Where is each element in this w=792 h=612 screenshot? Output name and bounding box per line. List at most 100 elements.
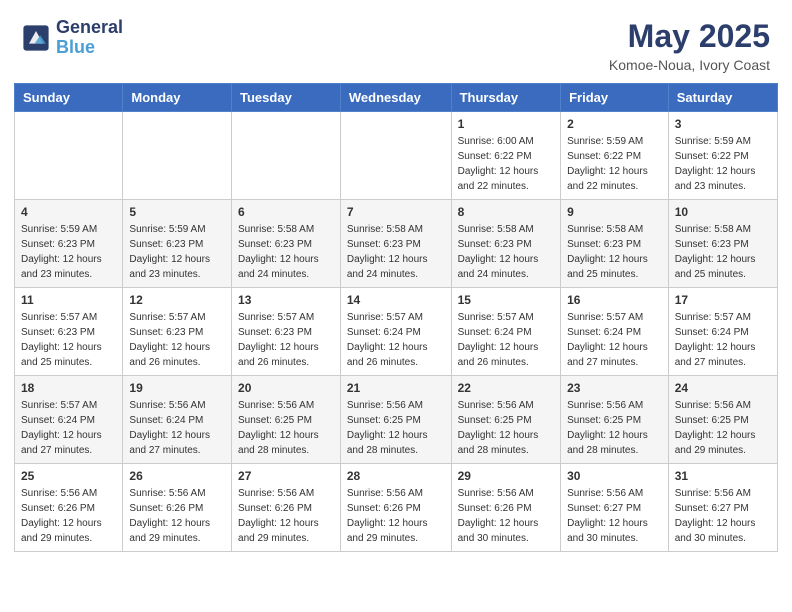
table-row: 8 Sunrise: 5:58 AM Sunset: 6:23 PM Daylig…	[451, 200, 560, 288]
day-info: Sunrise: 5:59 AM Sunset: 6:23 PM Dayligh…	[21, 222, 116, 282]
table-row: 11Sunrise: 5:57 AM Sunset: 6:23 PM Dayli…	[15, 288, 123, 376]
table-row: 28 Sunrise: 5:56 AM Sunset: 6:26 PM Dayli…	[340, 464, 451, 552]
table-row	[15, 112, 123, 200]
day-number: 14	[347, 293, 445, 307]
table-row: 21Sunrise: 5:56 AM Sunset: 6:25 PM Dayli…	[340, 376, 451, 464]
day-info: Sunrise: 5:58 AM Sunset: 6:23 PM Dayligh…	[458, 222, 554, 282]
table-row: 23Sunrise: 5:56 AM Sunset: 6:25 PM Dayli…	[561, 376, 669, 464]
day-number: 26	[129, 469, 225, 483]
table-row: 2 Sunrise: 5:59 AM Sunset: 6:22 PM Daylig…	[561, 112, 669, 200]
day-number: 1	[458, 117, 554, 131]
table-row: 31 Sunrise: 5:56 AM Sunset: 6:27 PM Dayli…	[668, 464, 777, 552]
day-number: 27	[238, 469, 334, 483]
day-info: Sunrise: 5:58 AM Sunset: 6:23 PM Dayligh…	[675, 222, 771, 282]
table-row: 19Sunrise: 5:56 AM Sunset: 6:24 PM Dayli…	[123, 376, 232, 464]
day-info: Sunrise: 5:57 AM Sunset: 6:23 PM Dayligh…	[21, 310, 116, 370]
day-info: Sunrise: 5:56 AM Sunset: 6:25 PM Dayligh…	[347, 398, 445, 458]
table-row: 12 Sunrise: 5:57 AM Sunset: 6:23 PM Dayli…	[123, 288, 232, 376]
table-row: 9 Sunrise: 5:58 AM Sunset: 6:23 PM Daylig…	[561, 200, 669, 288]
table-row	[123, 112, 232, 200]
day-number: 30	[567, 469, 662, 483]
day-info: Sunrise: 5:57 AM Sunset: 6:23 PM Dayligh…	[129, 310, 225, 370]
table-row: 4 Sunrise: 5:59 AM Sunset: 6:23 PM Daylig…	[15, 200, 123, 288]
page-header: General Blue May 2025 Komoe-Noua, Ivory …	[0, 0, 792, 83]
day-number: 7	[347, 205, 445, 219]
day-info: Sunrise: 5:59 AM Sunset: 6:22 PM Dayligh…	[675, 134, 771, 194]
logo: General Blue	[22, 18, 123, 58]
day-info: Sunrise: 5:56 AM Sunset: 6:27 PM Dayligh…	[675, 486, 771, 546]
day-number: 20	[238, 381, 334, 395]
table-row: 10Sunrise: 5:58 AM Sunset: 6:23 PM Dayli…	[668, 200, 777, 288]
day-number: 18	[21, 381, 116, 395]
day-info: Sunrise: 5:59 AM Sunset: 6:22 PM Dayligh…	[567, 134, 662, 194]
day-info: Sunrise: 5:57 AM Sunset: 6:24 PM Dayligh…	[347, 310, 445, 370]
table-row: 3 Sunrise: 5:59 AM Sunset: 6:22 PM Daylig…	[668, 112, 777, 200]
day-info: Sunrise: 5:58 AM Sunset: 6:23 PM Dayligh…	[238, 222, 334, 282]
day-number: 4	[21, 205, 116, 219]
day-info: Sunrise: 5:57 AM Sunset: 6:24 PM Dayligh…	[675, 310, 771, 370]
table-row: 26Sunrise: 5:56 AM Sunset: 6:26 PM Dayli…	[123, 464, 232, 552]
day-number: 28	[347, 469, 445, 483]
day-info: Sunrise: 5:56 AM Sunset: 6:27 PM Dayligh…	[567, 486, 662, 546]
calendar-week-row: 1 Sunrise: 6:00 AM Sunset: 6:22 PM Daylig…	[15, 112, 778, 200]
day-info: Sunrise: 5:56 AM Sunset: 6:24 PM Dayligh…	[129, 398, 225, 458]
title-block: May 2025 Komoe-Noua, Ivory Coast	[609, 18, 770, 73]
table-row: 30 Sunrise: 5:56 AM Sunset: 6:27 PM Dayli…	[561, 464, 669, 552]
day-number: 17	[675, 293, 771, 307]
header-monday: Monday	[123, 84, 232, 112]
day-number: 12	[129, 293, 225, 307]
day-info: Sunrise: 5:56 AM Sunset: 6:26 PM Dayligh…	[238, 486, 334, 546]
day-number: 15	[458, 293, 554, 307]
header-sunday: Sunday	[15, 84, 123, 112]
day-number: 29	[458, 469, 554, 483]
table-row: 5Sunrise: 5:59 AM Sunset: 6:23 PM Daylig…	[123, 200, 232, 288]
table-row: 16Sunrise: 5:57 AM Sunset: 6:24 PM Dayli…	[561, 288, 669, 376]
table-row: 20 Sunrise: 5:56 AM Sunset: 6:25 PM Dayli…	[232, 376, 341, 464]
day-number: 25	[21, 469, 116, 483]
logo-line1: General	[56, 18, 123, 38]
day-number: 24	[675, 381, 771, 395]
day-info: Sunrise: 5:56 AM Sunset: 6:25 PM Dayligh…	[675, 398, 771, 458]
calendar-week-row: 25 Sunrise: 5:56 AM Sunset: 6:26 PM Dayli…	[15, 464, 778, 552]
day-number: 2	[567, 117, 662, 131]
day-info: Sunrise: 5:56 AM Sunset: 6:26 PM Dayligh…	[458, 486, 554, 546]
day-number: 6	[238, 205, 334, 219]
table-row: 15 Sunrise: 5:57 AM Sunset: 6:24 PM Dayli…	[451, 288, 560, 376]
day-info: Sunrise: 5:58 AM Sunset: 6:23 PM Dayligh…	[567, 222, 662, 282]
day-number: 9	[567, 205, 662, 219]
day-info: Sunrise: 6:00 AM Sunset: 6:22 PM Dayligh…	[458, 134, 554, 194]
day-info: Sunrise: 5:58 AM Sunset: 6:23 PM Dayligh…	[347, 222, 445, 282]
day-number: 22	[458, 381, 554, 395]
header-thursday: Thursday	[451, 84, 560, 112]
header-friday: Friday	[561, 84, 669, 112]
calendar-week-row: 11Sunrise: 5:57 AM Sunset: 6:23 PM Dayli…	[15, 288, 778, 376]
day-number: 31	[675, 469, 771, 483]
day-number: 3	[675, 117, 771, 131]
day-info: Sunrise: 5:56 AM Sunset: 6:25 PM Dayligh…	[238, 398, 334, 458]
day-number: 23	[567, 381, 662, 395]
table-row: 22 Sunrise: 5:56 AM Sunset: 6:25 PM Dayli…	[451, 376, 560, 464]
calendar-table: Sunday Monday Tuesday Wednesday Thursday…	[14, 83, 778, 552]
table-row: 25 Sunrise: 5:56 AM Sunset: 6:26 PM Dayli…	[15, 464, 123, 552]
day-info: Sunrise: 5:59 AM Sunset: 6:23 PM Dayligh…	[129, 222, 225, 282]
day-number: 13	[238, 293, 334, 307]
table-row: 6 Sunrise: 5:58 AM Sunset: 6:23 PM Daylig…	[232, 200, 341, 288]
table-row	[340, 112, 451, 200]
table-row: 29 Sunrise: 5:56 AM Sunset: 6:26 PM Dayli…	[451, 464, 560, 552]
table-row: 1 Sunrise: 6:00 AM Sunset: 6:22 PM Daylig…	[451, 112, 560, 200]
table-row: 17 Sunrise: 5:57 AM Sunset: 6:24 PM Dayli…	[668, 288, 777, 376]
day-info: Sunrise: 5:56 AM Sunset: 6:26 PM Dayligh…	[347, 486, 445, 546]
day-info: Sunrise: 5:56 AM Sunset: 6:25 PM Dayligh…	[458, 398, 554, 458]
day-number: 16	[567, 293, 662, 307]
table-row: 18 Sunrise: 5:57 AM Sunset: 6:24 PM Dayli…	[15, 376, 123, 464]
day-info: Sunrise: 5:56 AM Sunset: 6:26 PM Dayligh…	[21, 486, 116, 546]
day-info: Sunrise: 5:57 AM Sunset: 6:24 PM Dayligh…	[21, 398, 116, 458]
day-info: Sunrise: 5:57 AM Sunset: 6:24 PM Dayligh…	[458, 310, 554, 370]
table-row: 7 Sunrise: 5:58 AM Sunset: 6:23 PM Daylig…	[340, 200, 451, 288]
month-year: May 2025	[609, 18, 770, 55]
day-number: 8	[458, 205, 554, 219]
table-row: 27 Sunrise: 5:56 AM Sunset: 6:26 PM Dayli…	[232, 464, 341, 552]
header-saturday: Saturday	[668, 84, 777, 112]
day-info: Sunrise: 5:57 AM Sunset: 6:23 PM Dayligh…	[238, 310, 334, 370]
header-wednesday: Wednesday	[340, 84, 451, 112]
